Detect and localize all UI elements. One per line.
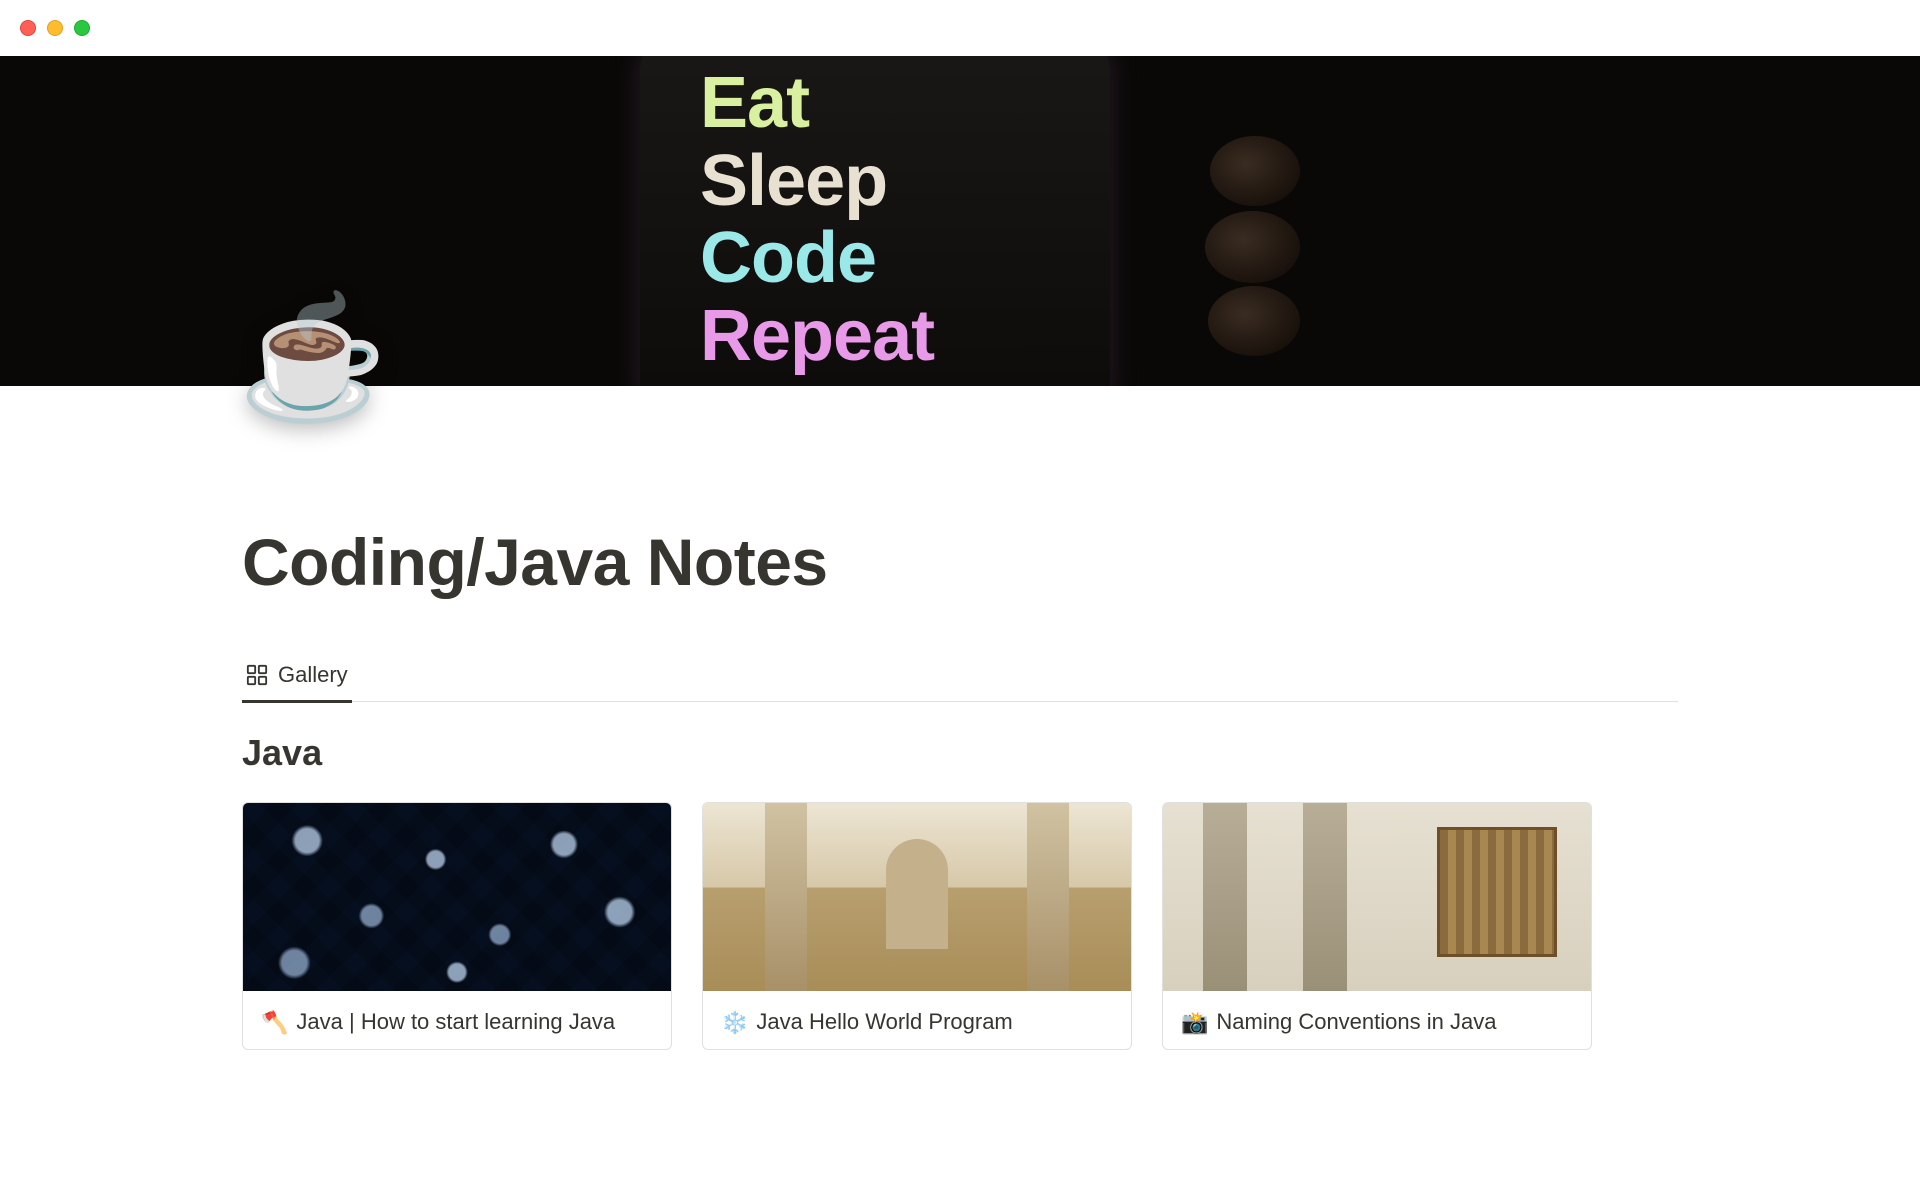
card-title-text: Naming Conventions in Java <box>1216 1007 1496 1038</box>
cover-word: Sleep <box>700 144 1110 220</box>
tab-gallery[interactable]: Gallery <box>242 652 352 703</box>
card-title-text: Java | How to start learning Java <box>296 1007 615 1038</box>
cover-phone-graphic: Eat Sleep Code Repeat <box>640 56 1110 386</box>
page-content: Coding/Java Notes Gallery Java 🪓 Java | … <box>0 386 1920 1050</box>
close-window-button[interactable] <box>20 20 36 36</box>
card-title: 📸 Naming Conventions in Java <box>1181 1007 1573 1039</box>
gallery-card[interactable]: 🪓 Java | How to start learning Java <box>242 802 672 1050</box>
tab-label: Gallery <box>278 662 348 688</box>
card-emoji-icon: ❄️ <box>721 1008 748 1039</box>
cover-finger-graphic <box>1205 211 1300 283</box>
gallery-card[interactable]: 📸 Naming Conventions in Java <box>1162 802 1592 1050</box>
view-tabs: Gallery <box>242 652 1678 702</box>
minimize-window-button[interactable] <box>47 20 63 36</box>
card-cover <box>703 803 1131 991</box>
gallery-card[interactable]: ❄️ Java Hello World Program <box>702 802 1132 1050</box>
maximize-window-button[interactable] <box>74 20 90 36</box>
cover-word: Code <box>700 221 1110 297</box>
card-body: 📸 Naming Conventions in Java <box>1163 991 1591 1049</box>
group-heading-java[interactable]: Java <box>242 732 1678 774</box>
window-titlebar <box>0 0 1920 56</box>
cover-finger-graphic <box>1210 136 1300 206</box>
card-emoji-icon: 🪓 <box>261 1008 288 1039</box>
page-title[interactable]: Coding/Java Notes <box>242 524 1678 600</box>
gallery-grid: 🪓 Java | How to start learning Java ❄️ J… <box>242 802 1678 1050</box>
card-body: ❄️ Java Hello World Program <box>703 991 1131 1049</box>
card-title: 🪓 Java | How to start learning Java <box>261 1007 653 1039</box>
card-cover <box>243 803 671 991</box>
card-title: ❄️ Java Hello World Program <box>721 1007 1113 1039</box>
card-body: 🪓 Java | How to start learning Java <box>243 991 671 1049</box>
cover-word: Eat <box>700 66 1110 142</box>
page-icon[interactable]: ☕ <box>238 298 387 418</box>
card-title-text: Java Hello World Program <box>756 1007 1012 1038</box>
card-cover <box>1163 803 1591 991</box>
gallery-icon <box>246 664 268 686</box>
cover-finger-graphic <box>1208 286 1300 356</box>
cover-word: Repeat <box>700 299 1110 375</box>
card-emoji-icon: 📸 <box>1181 1008 1208 1039</box>
